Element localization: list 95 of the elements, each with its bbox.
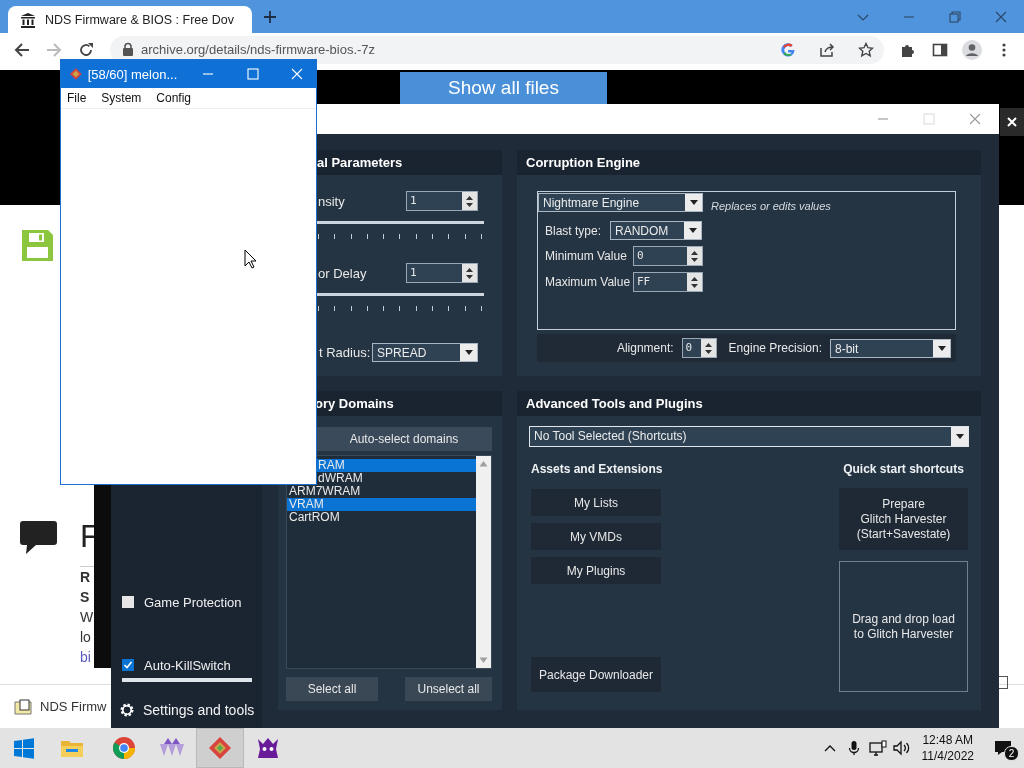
chat-icon [20, 521, 57, 555]
section-title: Assets and Extensions [531, 461, 661, 477]
caret-icon [464, 349, 473, 355]
list-item[interactable]: CartROM [287, 511, 476, 524]
url-text: archive.org/details/nds-firmware-bios.-7z [141, 42, 376, 57]
floppy-icon [22, 230, 53, 261]
list-button[interactable]: Select all [286, 677, 378, 701]
field-label: t Radius: [319, 344, 371, 360]
slider-track[interactable] [316, 293, 484, 296]
page-text: W [80, 608, 95, 627]
lock-icon [122, 42, 134, 57]
list-item[interactable]: dWRAM [317, 472, 476, 485]
browser-tab[interactable]: NDS Firmware & BIOS : Free Dov [8, 6, 252, 33]
option-label: Auto-KillSwitch [144, 657, 231, 673]
field-label: Engine Precision: [728, 341, 822, 355]
panel-title: Corruption Engine [517, 150, 981, 175]
close-icon[interactable] [1000, 108, 1024, 136]
scroll-down-icon [479, 657, 488, 664]
page-text: S [80, 588, 91, 607]
auto-select-button[interactable]: Auto-select domains [316, 427, 492, 451]
drop-zone[interactable]: Drag and drop load to Glitch Harvester [839, 561, 968, 692]
file-icon [14, 698, 32, 715]
start-icon [12, 736, 36, 760]
field-label: Minimum Value [545, 249, 628, 263]
monster-icon [256, 736, 280, 760]
settings-icon [119, 702, 135, 718]
dropdown[interactable]: 8-bit [830, 338, 951, 358]
check-icon [123, 660, 133, 670]
network-icon[interactable] [868, 740, 887, 756]
prepare-button[interactable]: Prepare Glitch Harvester (Start+Savestate) [839, 488, 968, 550]
asset-button[interactable]: My VMDs [531, 523, 661, 550]
panel-title: Advanced Tools and Plugins [517, 391, 981, 416]
number-field[interactable]: 1 [406, 263, 478, 283]
page-text: R [80, 568, 92, 587]
menu-item[interactable]: File [67, 91, 87, 105]
google-icon[interactable] [780, 41, 796, 58]
field-label: Alignment: [616, 341, 674, 355]
number-field[interactable]: FF [633, 272, 703, 292]
field-label: Blast type: [545, 223, 602, 238]
list-item[interactable]: ARM7WRAM [287, 485, 476, 498]
dropdown[interactable]: No Tool Selected (Shortcuts) [529, 426, 969, 447]
number-field[interactable]: 1 [406, 191, 478, 211]
speaker-icon[interactable] [892, 740, 911, 756]
building-icon [20, 11, 36, 28]
menu-item[interactable]: Config [156, 91, 192, 105]
settings-link[interactable]: Settings and tools [119, 699, 262, 721]
clock[interactable]: 12:48 AM 11/4/2022 [913, 732, 982, 764]
checkbox[interactable] [122, 659, 134, 671]
list-button[interactable]: Unselect all [405, 677, 492, 701]
restore-icon[interactable] [947, 8, 963, 25]
dropdown[interactable]: Nightmare Engine [538, 192, 703, 212]
star-icon[interactable] [858, 41, 874, 58]
caret-icon [689, 199, 698, 205]
page-text: lo [80, 628, 92, 647]
section-title: Quick start shortcuts [842, 461, 965, 477]
caret-icon [937, 345, 946, 351]
asset-button[interactable]: My Plugins [531, 557, 661, 584]
caret-icon [955, 434, 964, 439]
slider-track[interactable] [316, 221, 484, 224]
field-label: or Delay [318, 265, 367, 281]
field-label: nsity [318, 193, 345, 209]
reload-icon[interactable] [79, 42, 93, 57]
download-item[interactable]: NDS Firmw [14, 698, 107, 715]
browser-icon [112, 736, 136, 760]
diamond-icon [208, 736, 232, 760]
menu-icon[interactable] [1002, 41, 1006, 58]
forward-icon[interactable] [45, 40, 63, 59]
dropdown[interactable]: SPREAD [372, 342, 478, 362]
profile-icon[interactable] [962, 39, 982, 60]
number-field[interactable]: 0 [681, 338, 717, 358]
maximize-icon[interactable] [244, 66, 261, 82]
package-button[interactable]: Package Downloader [531, 657, 661, 692]
asset-button[interactable]: My Lists [531, 489, 661, 516]
field-label: Maximum Value [545, 275, 632, 289]
scrollbar[interactable] [476, 456, 491, 668]
notifications-button[interactable]: 2 [982, 728, 1024, 768]
window-title: [58/60] melon... [87, 66, 178, 82]
side-panel-icon[interactable] [932, 41, 948, 58]
list-item[interactable]: RAM [317, 459, 476, 472]
checkbox[interactable] [122, 596, 134, 608]
diamond-icon [70, 67, 82, 81]
microphone-icon[interactable] [846, 740, 861, 756]
share-icon[interactable] [819, 41, 835, 58]
dropdown[interactable]: RANDOM [610, 221, 703, 240]
menu-item[interactable]: System [101, 91, 142, 105]
caret-icon [688, 228, 697, 233]
option-label: Game Protection [144, 594, 242, 610]
engine-description: Replaces or edits values [711, 200, 831, 212]
scroll-up-icon [479, 460, 488, 467]
number-field[interactable]: 0 [633, 246, 703, 266]
back-icon[interactable] [13, 40, 31, 59]
cursor-icon [244, 249, 257, 269]
list-item[interactable]: VRAM [287, 498, 476, 511]
address-bar[interactable]: archive.org/details/nds-firmware-bios.-7z [110, 35, 884, 64]
plus-icon[interactable] [262, 8, 278, 25]
